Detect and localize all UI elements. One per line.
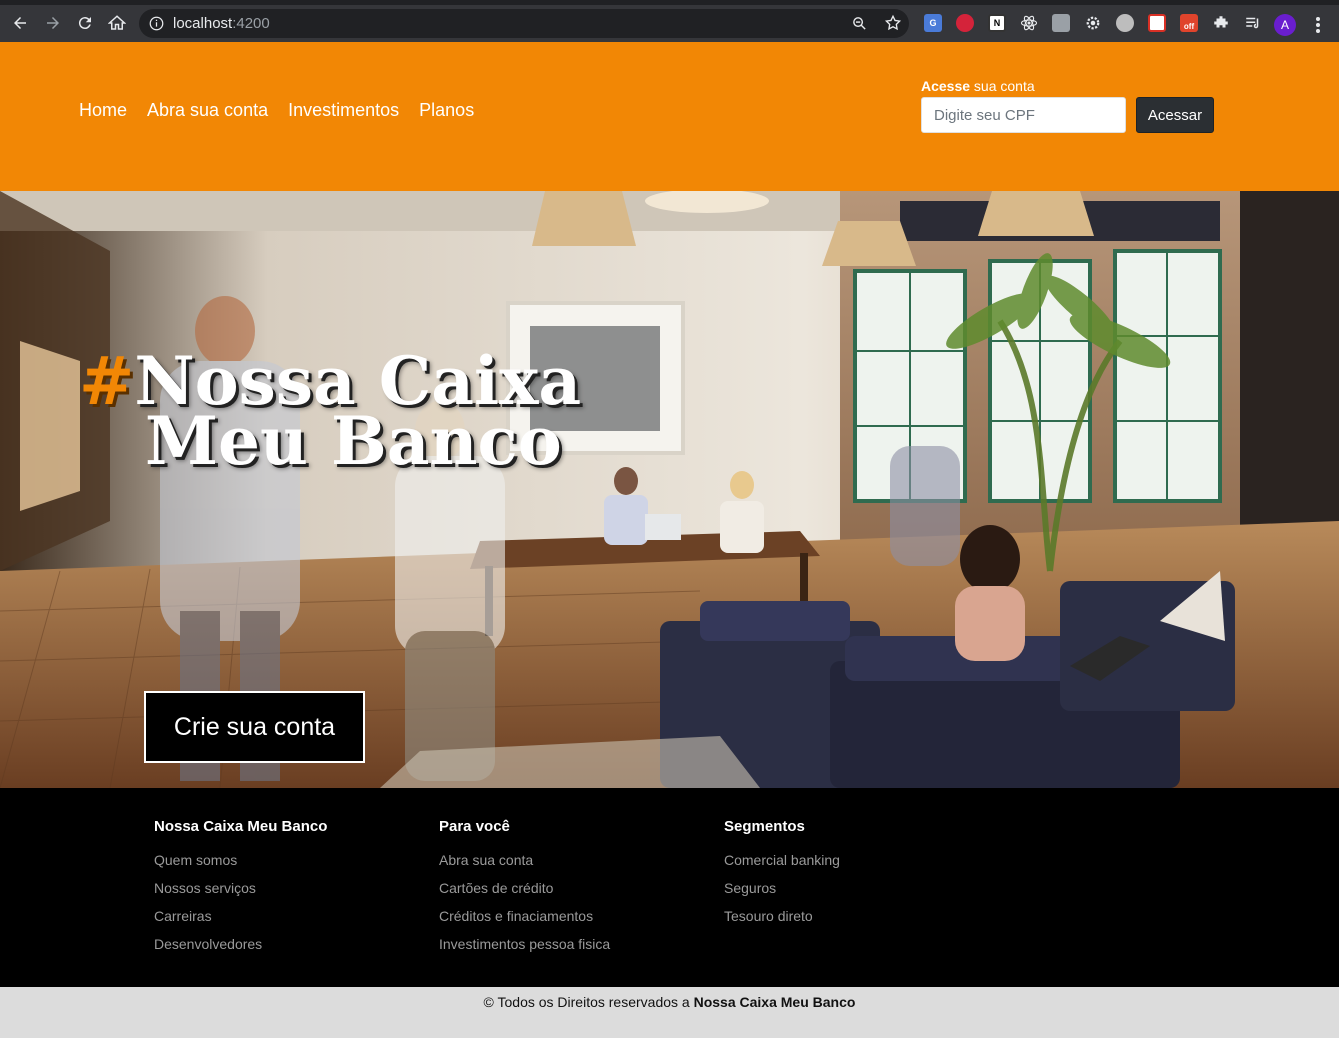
- footer-link-creditos[interactable]: Créditos e finaciamentos: [439, 902, 610, 930]
- copyright-text: © Todos os Direitos reservados a: [483, 994, 694, 1010]
- reload-icon: [78, 17, 91, 30]
- login-button[interactable]: Acessar: [1136, 97, 1214, 133]
- footer-column-title: Nossa Caixa Meu Banco: [154, 818, 328, 835]
- zoom-icon[interactable]: [851, 15, 868, 32]
- footer-column-institutional: Nossa Caixa Meu Banco Quem somos Nossos …: [154, 818, 327, 958]
- browser-toolbar: localhost:4200 G N off A: [0, 5, 1339, 42]
- media-queue-icon[interactable]: [1244, 14, 1262, 32]
- nav-planos[interactable]: Planos: [419, 100, 474, 121]
- home-icon: [108, 15, 126, 30]
- back-button[interactable]: [7, 10, 33, 36]
- footer-link-carreiras[interactable]: Carreiras: [154, 902, 327, 930]
- footer-link-comercial-banking[interactable]: Comercial banking: [724, 846, 840, 874]
- footer-column-title: Para você: [439, 818, 510, 835]
- footer-link-quem-somos[interactable]: Quem somos: [154, 846, 327, 874]
- hero-banner: #Nossa Caixa Meu Banco Crie sua conta: [0, 191, 1339, 788]
- info-icon[interactable]: [149, 16, 164, 31]
- reload-button[interactable]: [72, 10, 98, 36]
- bird-extension-icon[interactable]: [1116, 14, 1134, 32]
- footer-column-segmentos: Segmentos Comercial banking Seguros Teso…: [724, 818, 840, 930]
- nav-investimentos[interactable]: Investimentos: [288, 100, 399, 121]
- footer-column-title: Segmentos: [724, 818, 805, 835]
- capture-extension-icon[interactable]: [1052, 14, 1070, 32]
- copyright-brand: Nossa Caixa Meu Banco: [693, 994, 856, 1010]
- hero-title-line2: Meu Banco: [145, 402, 562, 480]
- site-header: Home Abra sua conta Investimentos Planos…: [0, 42, 1339, 191]
- more-menu-icon[interactable]: [1310, 15, 1326, 35]
- address-bar[interactable]: localhost:4200: [139, 9, 909, 38]
- copyright-bar: © Todos os Direitos reservados a Nossa C…: [0, 987, 1339, 1038]
- puzzle-extensions-icon[interactable]: [1212, 14, 1230, 32]
- main-nav: Home Abra sua conta Investimentos Planos: [79, 100, 474, 121]
- gear-extension-icon[interactable]: [1084, 14, 1102, 32]
- site-footer: Nossa Caixa Meu Banco Quem somos Nossos …: [0, 788, 1339, 987]
- nav-home[interactable]: Home: [79, 100, 127, 121]
- footer-link-investimentos-pf[interactable]: Investimentos pessoa fisica: [439, 930, 610, 958]
- arrow-left-icon: [14, 17, 26, 29]
- react-devtools-icon[interactable]: [1020, 14, 1038, 32]
- login-label: Acesse sua conta: [921, 78, 1035, 94]
- arrow-right-icon: [47, 17, 59, 29]
- hero-hash: #: [79, 342, 135, 420]
- notion-extension-icon[interactable]: N: [988, 14, 1006, 32]
- footer-link-cartoes[interactable]: Cartões de crédito: [439, 874, 610, 902]
- footer-link-seguros[interactable]: Seguros: [724, 874, 840, 902]
- nav-abra-sua-conta[interactable]: Abra sua conta: [147, 100, 268, 121]
- create-account-button[interactable]: Crie sua conta: [144, 691, 365, 763]
- translate-extension-icon[interactable]: G: [924, 14, 942, 32]
- footer-link-tesouro-direto[interactable]: Tesouro direto: [724, 902, 840, 930]
- media-extension-icon[interactable]: [956, 14, 974, 32]
- footer-link-abra-sua-conta[interactable]: Abra sua conta: [439, 846, 610, 874]
- hero-title: #Nossa Caixa Meu Banco: [79, 348, 581, 480]
- footer-link-nossos-servicos[interactable]: Nossos serviços: [154, 874, 327, 902]
- house-extension-icon[interactable]: [1148, 14, 1166, 32]
- forward-button[interactable]: [40, 10, 66, 36]
- cpf-input[interactable]: [921, 97, 1126, 133]
- home-button[interactable]: [104, 10, 130, 36]
- footer-link-desenvolvedores[interactable]: Desenvolvedores: [154, 930, 327, 958]
- url-text: localhost:4200: [173, 15, 270, 32]
- toggle-extension-icon[interactable]: off: [1180, 14, 1198, 32]
- footer-column-para-voce: Para você Abra sua conta Cartões de créd…: [439, 818, 610, 958]
- profile-avatar[interactable]: A: [1274, 14, 1296, 36]
- bookmark-star-icon[interactable]: [884, 14, 902, 32]
